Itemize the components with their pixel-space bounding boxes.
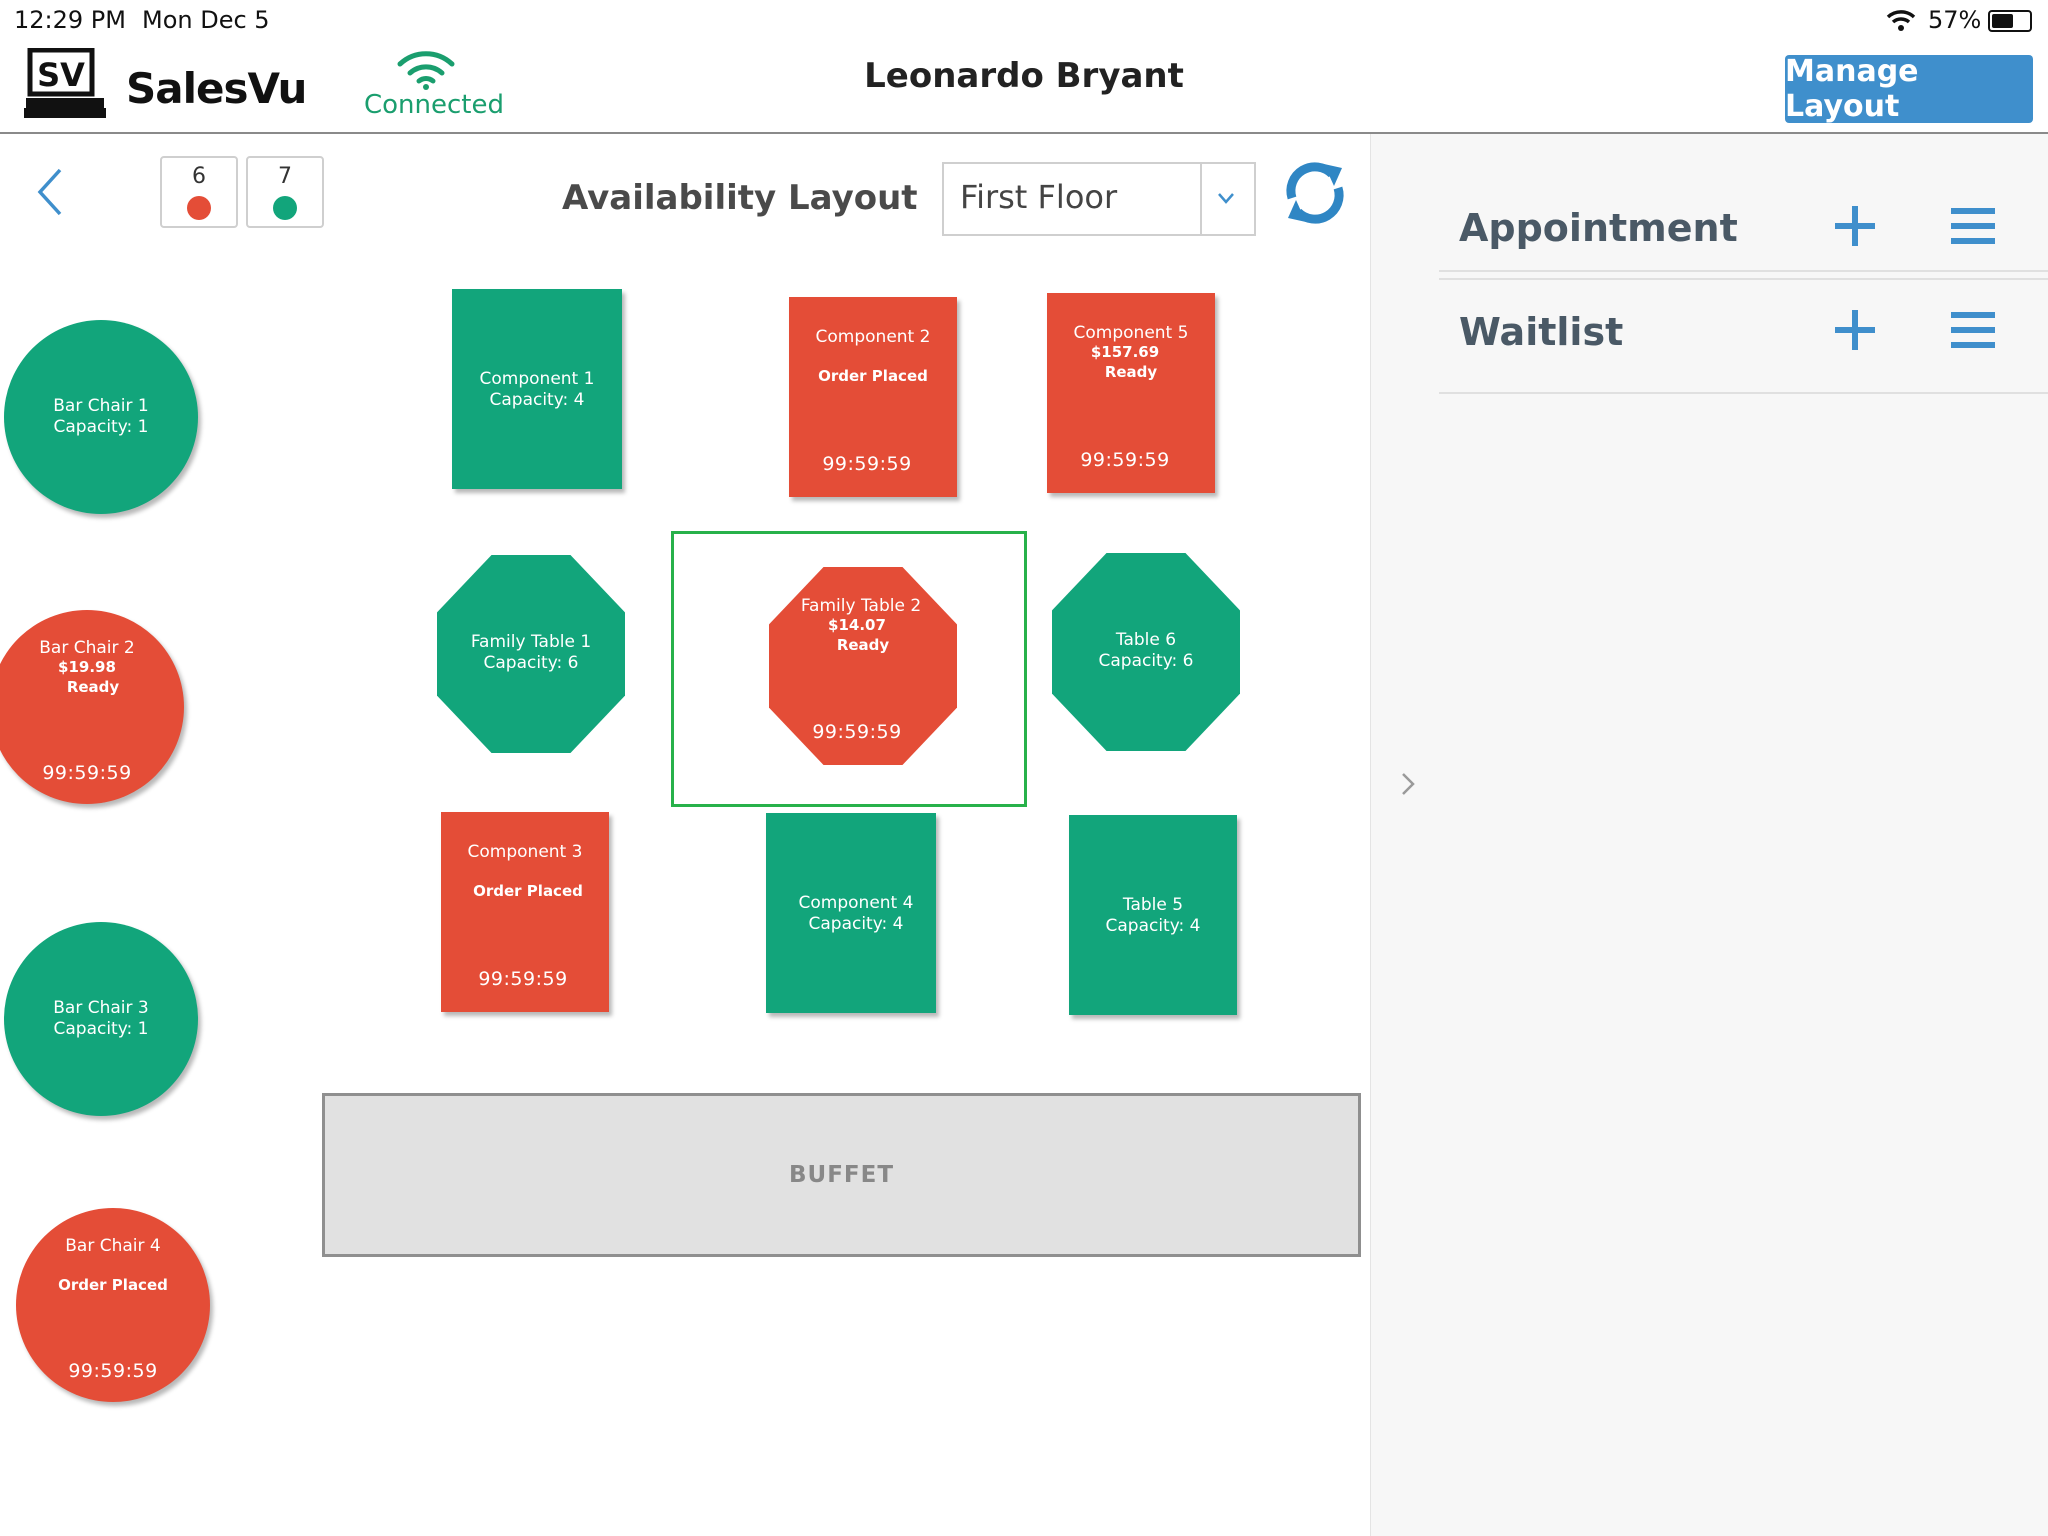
add-waitlist-plus-icon[interactable] [1835, 310, 1875, 350]
table-table-6[interactable]: Table 6 Capacity: 6 [1052, 553, 1240, 751]
table-timer: 99:59:59 [68, 1360, 158, 1382]
table-name: Table 6 [1115, 630, 1177, 650]
available-count: 7 [278, 164, 292, 189]
table-capacity: Capacity: 6 [483, 653, 579, 673]
user-name: Leonardo Bryant [864, 56, 1184, 96]
table-name: Family Table 2 [800, 596, 922, 616]
table-capacity: Capacity: 4 [1105, 916, 1201, 936]
table-component-3[interactable]: Component 3 Order Placed 99:59:59 [441, 812, 609, 1012]
buffet-area: BUFFET [322, 1093, 1361, 1257]
table-component-1[interactable]: Component 1 Capacity: 4 [452, 289, 622, 489]
table-timer: 99:59:59 [1080, 449, 1170, 471]
appointment-section: Appointment [1439, 168, 2048, 280]
table-capacity: Capacity: 4 [489, 390, 585, 410]
dropdown-chevron-icon[interactable] [1216, 190, 1236, 206]
table-name: Family Table 1 [470, 632, 592, 652]
table-capacity: Capacity: 1 [53, 417, 149, 437]
occupied-count-badge[interactable]: 6 [160, 156, 238, 228]
wifi-status-icon [1886, 10, 1916, 31]
waitlist-section: Waitlist [1439, 270, 2048, 394]
battery-percent: 57% [1928, 6, 1982, 34]
table-name: Bar Chair 4 [65, 1236, 161, 1256]
right-panel: Appointment Waitlist [1370, 134, 2048, 1536]
table-name: Bar Chair 2 [39, 638, 135, 658]
table-amount: $14.07 [828, 616, 886, 634]
expand-chevron-icon[interactable] [1399, 770, 1417, 798]
status-time: 12:29 PM [14, 6, 126, 34]
table-name: Bar Chair 3 [53, 998, 149, 1018]
appointment-label: Appointment [1459, 206, 1738, 250]
available-count-badge[interactable]: 7 [246, 156, 324, 228]
table-order-state: Order Placed [818, 367, 928, 385]
table-amount: $19.98 [58, 658, 116, 676]
waitlist-label: Waitlist [1459, 310, 1624, 354]
table-name: Component 5 [1073, 323, 1189, 343]
table-capacity: Capacity: 4 [808, 914, 904, 934]
table-bar-chair-4[interactable]: Bar Chair 4 Order Placed 99:59:59 [16, 1208, 210, 1402]
table-family-table-1[interactable]: Family Table 1 Capacity: 6 [437, 555, 625, 753]
status-date: Mon Dec 5 [142, 6, 270, 34]
battery-icon [1988, 10, 2032, 32]
table-component-5[interactable]: Component 5 $157.69 Ready 99:59:59 [1047, 293, 1215, 493]
table-component-2[interactable]: Component 2 Order Placed 99:59:59 [789, 297, 957, 497]
appointment-hamburger-menu-icon[interactable] [1951, 208, 1995, 244]
table-timer: 99:59:59 [478, 968, 568, 990]
table-order-state: Ready [1104, 363, 1158, 381]
floor-select-value: First Floor [960, 178, 1118, 216]
table-amount: $157.69 [1090, 343, 1160, 361]
floor-select-divider [1200, 164, 1202, 234]
add-appointment-plus-icon[interactable] [1835, 206, 1875, 246]
manage-layout-button[interactable]: Manage Layout [1785, 54, 2033, 124]
status-bar: 12:29 PM Mon Dec 5 57% [0, 0, 2048, 40]
table-name: Table 5 [1122, 895, 1184, 915]
table-order-state: Ready [836, 636, 890, 654]
occupied-dot-icon [187, 196, 211, 220]
layout-title: Availability Layout [562, 178, 918, 218]
table-capacity: Capacity: 6 [1098, 651, 1194, 671]
table-table-5[interactable]: Table 5 Capacity: 4 [1069, 815, 1237, 1015]
table-bar-chair-3[interactable]: Bar Chair 3 Capacity: 1 [4, 922, 198, 1116]
back-chevron-icon[interactable] [34, 166, 64, 218]
table-name: Component 3 [467, 842, 583, 862]
table-name: Component 1 [479, 369, 595, 389]
refresh-icon[interactable] [1282, 160, 1348, 226]
table-order-state: Order Placed [473, 882, 583, 900]
floor-select[interactable]: First Floor [942, 162, 1256, 236]
table-name: Component 2 [815, 327, 931, 347]
table-family-table-2[interactable]: Family Table 2 $14.07 Ready 99:59:59 [769, 567, 957, 765]
table-name: Bar Chair 1 [53, 396, 149, 416]
table-timer: 99:59:59 [822, 453, 912, 475]
app-header: SV SalesVu Connected Leonardo Bryant Man… [0, 40, 2048, 134]
table-name: Component 4 [798, 893, 914, 913]
available-dot-icon [273, 196, 297, 220]
waitlist-hamburger-menu-icon[interactable] [1951, 312, 1995, 348]
table-order-state: Order Placed [58, 1276, 168, 1294]
table-component-4[interactable]: Component 4 Capacity: 4 [766, 813, 936, 1013]
table-timer: 99:59:59 [42, 762, 132, 784]
table-capacity: Capacity: 1 [53, 1019, 149, 1039]
table-bar-chair-2[interactable]: Bar Chair 2 $19.98 Ready 99:59:59 [0, 610, 184, 804]
table-bar-chair-1[interactable]: Bar Chair 1 Capacity: 1 [4, 320, 198, 514]
occupied-count: 6 [192, 164, 206, 189]
table-order-state: Ready [66, 678, 120, 696]
